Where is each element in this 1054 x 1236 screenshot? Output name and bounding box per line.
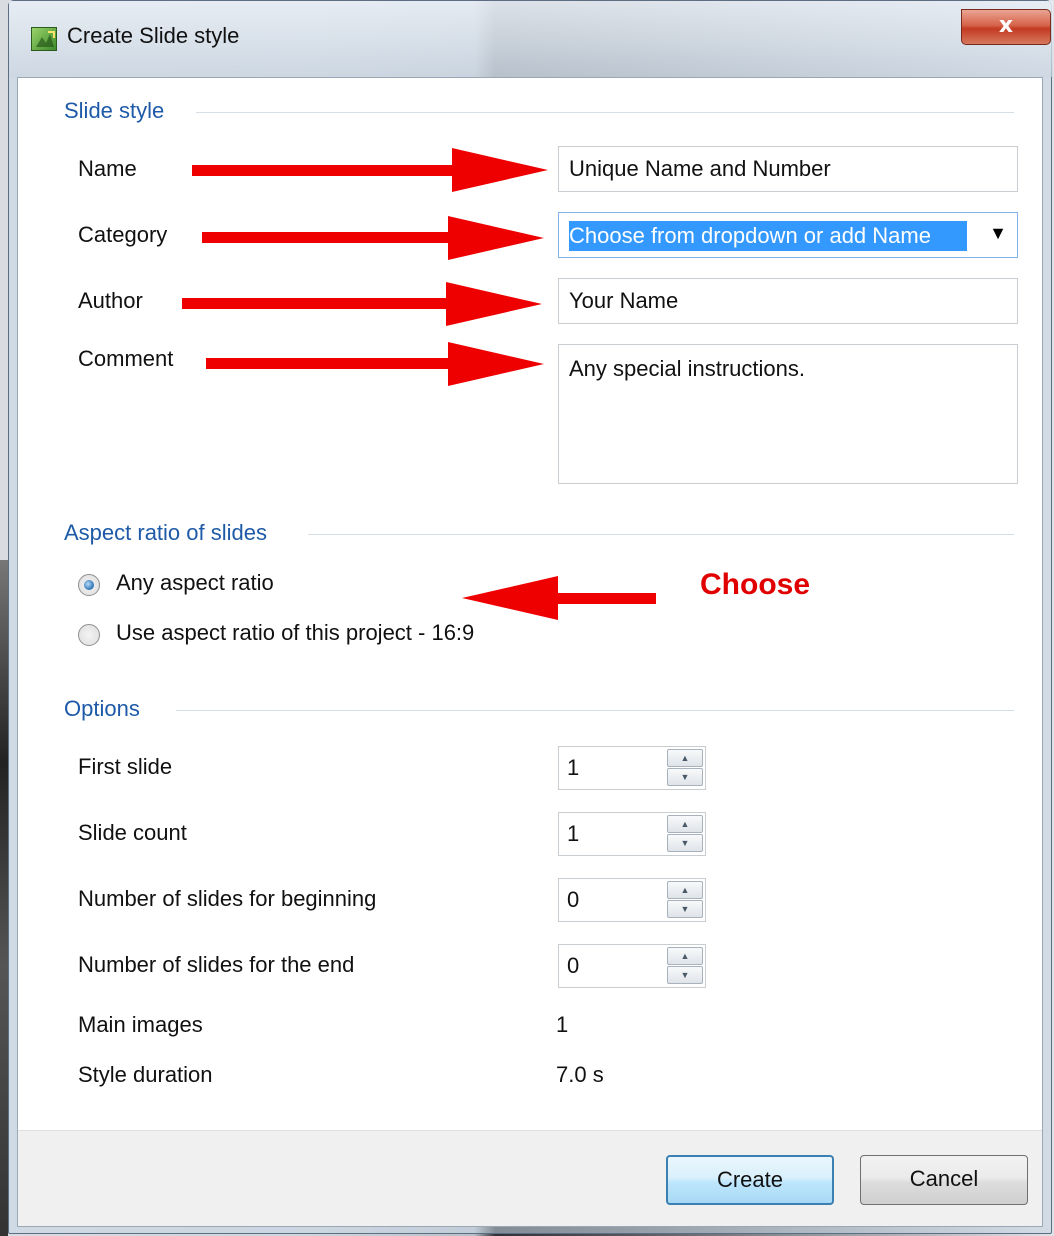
annotation-arrows — [182, 148, 656, 620]
arrow-to-category-icon — [202, 216, 544, 260]
arrow-to-name-icon — [192, 148, 548, 192]
arrow-to-author-icon — [182, 282, 542, 326]
arrow-to-comment-icon — [206, 342, 544, 386]
arrow-to-aspect-ratio-icon — [462, 576, 656, 620]
